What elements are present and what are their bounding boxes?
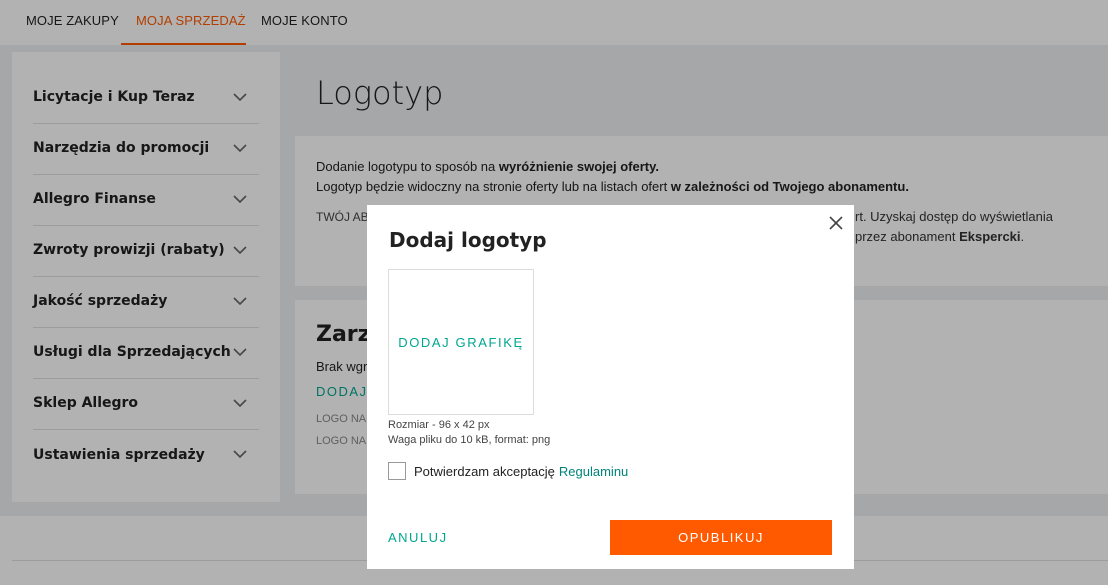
cancel-button[interactable]: ANULUJ [388,530,448,545]
terms-link[interactable]: Regulaminu [559,464,628,479]
weight-hint: Waga pliku do 10 kB, format: png [388,434,551,446]
publish-button[interactable]: OPUBLIKUJ [610,520,832,555]
size-hint: Rozmiar - 96 x 42 px [388,419,490,431]
close-icon[interactable] [828,215,844,231]
upload-graphic-label: DODAJ GRAFIKĘ [398,334,524,350]
add-logo-modal: Dodaj logotyp DODAJ GRAFIKĘ Rozmiar - 96… [367,205,854,569]
upload-graphic-box[interactable]: DODAJ GRAFIKĘ [388,269,534,415]
consent-row: Potwierdzam akceptację Regulaminu [388,462,628,480]
modal-title: Dodaj logotyp [389,228,547,252]
consent-checkbox[interactable] [388,462,406,480]
consent-text: Potwierdzam akceptację [414,463,555,479]
